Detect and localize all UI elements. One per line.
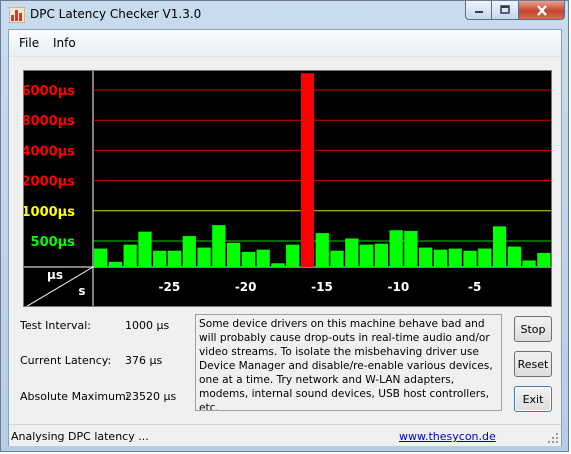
- x-tick-label: -15: [311, 280, 333, 294]
- latency-bar: [359, 244, 374, 267]
- y-tick-label: 2000µs: [24, 175, 75, 190]
- absolute-maximum-value: 23520 µs: [125, 390, 177, 403]
- app-window: DPC Latency Checker V1.3.0 File Info 160…: [0, 0, 569, 452]
- menu-file[interactable]: File: [19, 36, 39, 50]
- latency-bar: [522, 260, 536, 267]
- x-tick-label: -5: [468, 280, 481, 294]
- y-tick-label: 8000µs: [24, 114, 75, 129]
- client-area: File Info 16000µs 8000µs 4000µs 2000µs 1000µ…: [8, 29, 562, 446]
- stop-button[interactable]: Stop: [514, 316, 552, 342]
- menu-info[interactable]: Info: [53, 36, 76, 50]
- latency-bar: [94, 248, 108, 267]
- current-latency-value: 376 µs: [125, 354, 163, 367]
- bar-chart-app-icon: [9, 7, 25, 23]
- x-unit-label: s: [78, 284, 85, 298]
- latency-bar: [256, 249, 270, 267]
- latency-bar: [374, 243, 388, 267]
- y-unit-label: µs: [47, 268, 63, 282]
- x-tick-label: -20: [235, 280, 257, 294]
- test-interval-value: 1000 µs: [125, 319, 170, 332]
- y-tick-label: 500µs: [31, 235, 76, 250]
- latency-bar: [478, 248, 492, 267]
- window-title: DPC Latency Checker V1.3.0: [30, 7, 202, 21]
- status-bar: Analysing DPC latency ... www.thesycon.d…: [9, 424, 561, 446]
- title-bar[interactable]: DPC Latency Checker V1.3.0: [1, 1, 570, 29]
- latency-bar: [404, 230, 418, 267]
- latency-bar: [153, 250, 167, 267]
- exit-button[interactable]: Exit: [514, 386, 552, 412]
- latency-bar: [123, 244, 137, 267]
- latency-bar: [330, 250, 344, 267]
- latency-bar: [463, 250, 477, 267]
- close-button[interactable]: [519, 1, 565, 20]
- status-text: Analysing DPC latency ...: [11, 430, 149, 443]
- latency-bar: [271, 263, 285, 267]
- latency-bar: [300, 73, 315, 267]
- maximize-button[interactable]: [492, 1, 519, 20]
- minimize-button[interactable]: [465, 1, 492, 20]
- latency-bar: [197, 247, 211, 267]
- menu-bar: File Info: [9, 30, 561, 57]
- latency-chart: 16000µs 8000µs 4000µs 2000µs 1000µs 500µs µs s -…: [23, 70, 552, 307]
- diagnostic-message: Some device drivers on this machine beha…: [195, 314, 502, 411]
- close-icon: [536, 4, 547, 16]
- y-tick-label: 1000µs: [24, 205, 75, 220]
- x-tick-label: -25: [158, 280, 180, 294]
- latency-bar: [389, 230, 403, 267]
- latency-bar: [507, 246, 521, 267]
- test-interval-label: Test Interval:: [20, 319, 91, 332]
- maximize-icon: [500, 5, 510, 14]
- y-tick-label: 4000µs: [24, 144, 75, 159]
- latency-bar: [167, 250, 182, 267]
- minimize-icon: [474, 11, 483, 13]
- latency-bar: [108, 261, 123, 267]
- latency-bar: [226, 242, 241, 267]
- latency-bar: [138, 231, 152, 267]
- current-latency-label: Current Latency:: [20, 354, 112, 367]
- latency-bar: [433, 249, 448, 267]
- latency-bar: [492, 226, 507, 267]
- latency-bar: [286, 244, 300, 267]
- latency-bar: [241, 251, 256, 267]
- latency-bar: [537, 252, 551, 267]
- latency-bar: [212, 225, 226, 267]
- website-link[interactable]: www.thesycon.de: [399, 430, 496, 443]
- latency-bar: [345, 238, 359, 267]
- latency-bar: [419, 247, 433, 267]
- latency-bar: [448, 248, 462, 267]
- y-tick-label: 16000µs: [24, 84, 75, 99]
- resize-grip-icon[interactable]: [548, 433, 559, 444]
- x-tick-label: -10: [387, 280, 409, 294]
- latency-bar: [182, 236, 196, 267]
- reset-button[interactable]: Reset: [514, 351, 552, 377]
- absolute-maximum-label: Absolute Maximum:: [20, 390, 130, 403]
- latency-chart-svg: 16000µs 8000µs 4000µs 2000µs 1000µs 500µs µs s -…: [24, 71, 551, 306]
- latency-bar: [315, 233, 329, 267]
